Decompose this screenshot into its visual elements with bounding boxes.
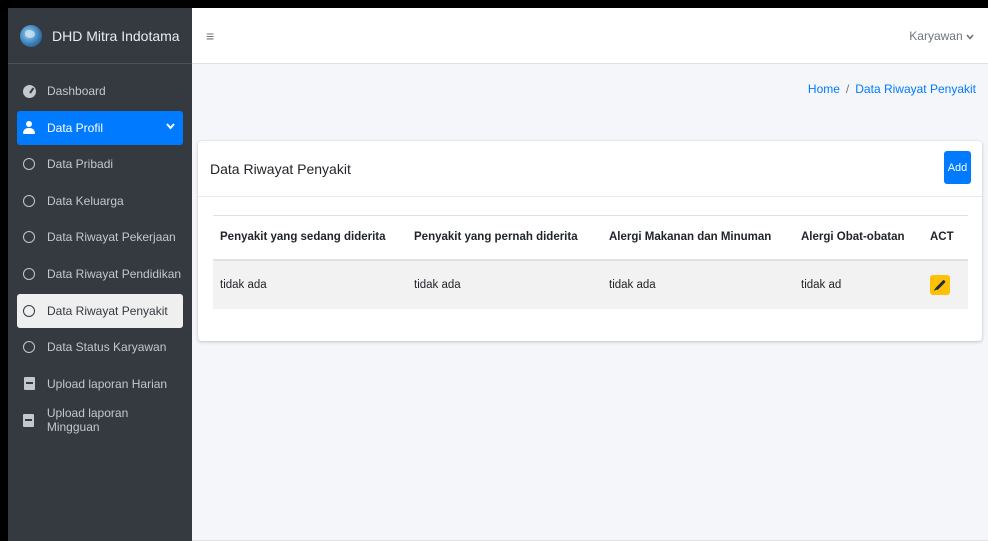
column-header: Penyakit yang sedang diderita bbox=[213, 215, 407, 261]
table-cell: tidak ada bbox=[602, 259, 794, 309]
sidebar-item-label: Upload laporan Harian bbox=[47, 376, 168, 391]
sidebar-item-label: Data Pribadi bbox=[47, 157, 114, 172]
circle-icon bbox=[21, 303, 37, 319]
hamburger-menu-icon[interactable]: ≡ bbox=[206, 28, 214, 44]
table-cell: tidak ada bbox=[213, 259, 407, 309]
table-cell-actions bbox=[923, 259, 968, 309]
breadcrumb: Home / Data Riwayat Penyakit bbox=[808, 82, 976, 96]
column-header: Penyakit yang pernah diderita bbox=[407, 215, 602, 261]
card-header: Data Riwayat Penyakit Add bbox=[198, 141, 982, 197]
riwayat-penyakit-table: Penyakit yang sedang diderita Penyakit y… bbox=[213, 215, 968, 309]
sidebar-item-upload-mingguan[interactable]: Upload laporan Mingguan bbox=[17, 403, 183, 437]
sidebar-item-data-keluarga[interactable]: Data Keluarga bbox=[17, 184, 183, 218]
sidebar-item-dashboard[interactable]: Dashboard bbox=[17, 74, 183, 108]
sidebar-item-label: Data Status Karyawan bbox=[47, 340, 167, 355]
sidebar-item-label: Data Profil bbox=[47, 120, 104, 135]
circle-icon bbox=[21, 266, 37, 282]
sidebar-item-label: Data Riwayat Pendidikan bbox=[47, 266, 182, 281]
sidebar-item-label: Data Riwayat Penyakit bbox=[47, 303, 168, 318]
sidebar-item-label: Dashboard bbox=[47, 84, 106, 98]
sidebar-nav: Dashboard Data Profil Data Pribadi Data … bbox=[8, 64, 192, 437]
top-navbar: ≡ Karyawan bbox=[192, 8, 988, 64]
edit-button[interactable] bbox=[930, 274, 950, 295]
dashboard-icon bbox=[21, 83, 37, 99]
book-icon bbox=[21, 376, 37, 392]
user-dropdown[interactable]: Karyawan bbox=[909, 29, 974, 43]
riwayat-penyakit-card: Data Riwayat Penyakit Add Penyakit yang … bbox=[198, 141, 982, 341]
sidebar-item-data-pribadi[interactable]: Data Pribadi bbox=[17, 147, 183, 181]
sidebar-item-upload-harian[interactable]: Upload laporan Harian bbox=[17, 367, 183, 401]
circle-icon bbox=[21, 156, 37, 172]
sidebar-item-riwayat-penyakit[interactable]: Data Riwayat Penyakit bbox=[17, 293, 183, 328]
breadcrumb-current[interactable]: Data Riwayat Penyakit bbox=[855, 82, 976, 96]
sidebar-item-label: Data Keluarga bbox=[47, 193, 124, 208]
circle-icon bbox=[21, 339, 37, 355]
user-icon bbox=[21, 120, 37, 136]
breadcrumb-separator: / bbox=[845, 82, 850, 96]
column-header: Alergi Makanan dan Minuman bbox=[602, 215, 794, 261]
column-header: Alergi Obat-obatan bbox=[794, 215, 923, 261]
sidebar-item-status-karyawan[interactable]: Data Status Karyawan bbox=[17, 330, 183, 364]
brand-link[interactable]: DHD Mitra Indotama bbox=[8, 8, 192, 64]
circle-icon bbox=[21, 229, 37, 245]
brand-name: DHD Mitra Indotama bbox=[52, 27, 180, 44]
breadcrumb-home-link[interactable]: Home bbox=[808, 82, 840, 96]
pencil-icon bbox=[934, 279, 946, 290]
sidebar-item-label: Upload laporan Mingguan bbox=[46, 406, 129, 435]
main-content: Home / Data Riwayat Penyakit Data Riwayat … bbox=[192, 64, 988, 541]
column-header: ACT bbox=[923, 215, 968, 261]
sidebar-item-riwayat-pekerjaan[interactable]: Data Riwayat Pekerjaan bbox=[17, 220, 183, 254]
globe-logo-icon bbox=[20, 24, 42, 47]
card-title: Data Riwayat Penyakit bbox=[210, 160, 351, 177]
book-icon bbox=[21, 412, 37, 428]
add-button[interactable]: Add bbox=[944, 151, 971, 184]
table-row: tidak ada tidak ada tidak ada tidak ad bbox=[213, 259, 968, 309]
app-frame: DHD Mitra Indotama Dashboard Data Profil… bbox=[8, 8, 988, 541]
chevron-down-icon bbox=[166, 122, 175, 133]
sidebar-item-label: Data Riwayat Pekerjaan bbox=[47, 230, 176, 245]
circle-icon bbox=[21, 193, 37, 209]
table-header-row: Penyakit yang sedang diderita Penyakit y… bbox=[213, 215, 968, 261]
sidebar: DHD Mitra Indotama Dashboard Data Profil… bbox=[8, 8, 192, 541]
user-label: Karyawan bbox=[909, 28, 963, 43]
table-cell: tidak ad bbox=[794, 259, 923, 309]
chevron-down-icon bbox=[966, 29, 974, 43]
sidebar-item-riwayat-pendidikan[interactable]: Data Riwayat Pendidikan bbox=[17, 257, 183, 291]
sidebar-item-data-profil[interactable]: Data Profil bbox=[17, 110, 183, 145]
table-cell: tidak ada bbox=[407, 259, 602, 309]
